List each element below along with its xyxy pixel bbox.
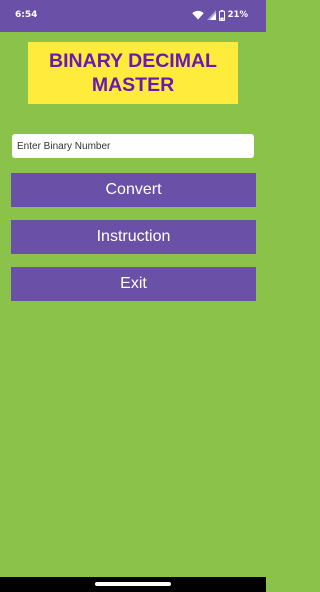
navigation-bar [0,577,266,592]
app-title-banner: BINARY DECIMAL MASTER [28,42,238,104]
app-title: BINARY DECIMAL MASTER [49,50,217,96]
instruction-button[interactable]: Instruction [11,220,256,254]
binary-number-input[interactable] [12,134,254,158]
battery-percentage: 21% [227,10,248,20]
status-bar: 6:54 21% [0,0,266,32]
signal-icon [206,10,216,20]
exit-button[interactable]: Exit [11,267,256,301]
home-gesture-handle[interactable] [95,582,171,586]
wifi-icon [191,10,204,20]
status-icons: 21% [191,8,248,22]
status-time: 6:54 [15,10,38,20]
convert-button[interactable]: Convert [11,173,256,207]
battery-icon [218,9,225,21]
